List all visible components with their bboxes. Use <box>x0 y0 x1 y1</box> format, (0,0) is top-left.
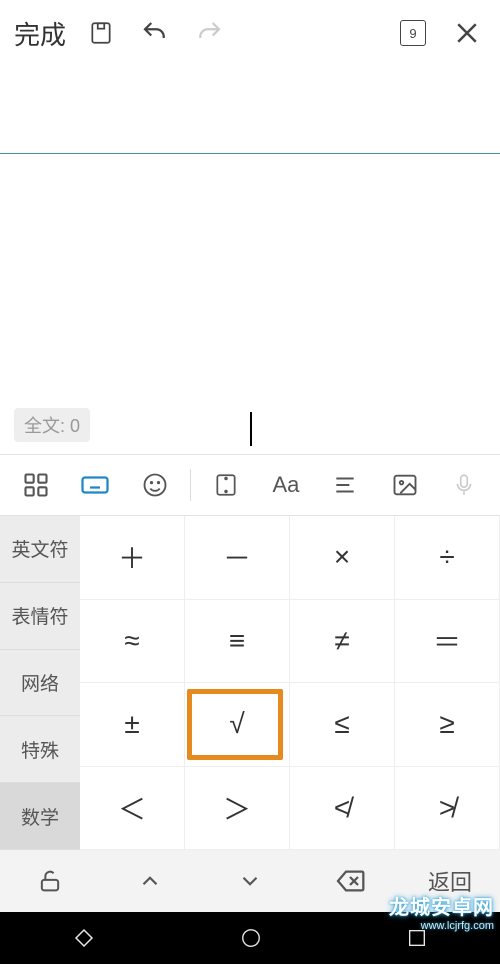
symbol-key[interactable]: ≥ <box>395 683 500 767</box>
category-math[interactable]: 数学 <box>0 783 80 850</box>
nav-back-icon[interactable] <box>72 926 96 950</box>
category-network[interactable]: 网络 <box>0 650 80 717</box>
lock-icon[interactable] <box>0 867 100 895</box>
category-emoji[interactable]: 表情符 <box>0 583 80 650</box>
redo-icon <box>184 8 234 58</box>
symbol-key[interactable]: ≯ <box>395 767 500 851</box>
align-icon[interactable] <box>321 461 369 509</box>
chevron-up-icon[interactable] <box>100 868 200 894</box>
word-count-badge: 全文: 0 <box>14 408 90 442</box>
nav-home-icon[interactable] <box>240 927 262 949</box>
image-icon[interactable] <box>381 461 429 509</box>
divider <box>190 469 191 501</box>
backspace-icon[interactable] <box>300 865 400 897</box>
emoji-icon[interactable] <box>131 461 179 509</box>
symbol-key[interactable]: ＝ <box>395 600 500 684</box>
symbol-key[interactable]: × <box>290 516 395 600</box>
symbol-key[interactable]: ≠ <box>290 600 395 684</box>
category-english[interactable]: 英文符 <box>0 516 80 583</box>
close-icon[interactable] <box>442 8 492 58</box>
symbol-key[interactable]: ≤ <box>290 683 395 767</box>
watermark-title: 龙城安卓网 <box>389 891 494 920</box>
symbol-key[interactable]: ≮ <box>290 767 395 851</box>
done-button[interactable]: 完成 <box>8 15 72 52</box>
symbol-grid: ＋ － × ÷ ≈ ≡ ≠ ＝ ± √ ≤ ≥ ＜ ＞ ≮ ≯ <box>80 516 500 850</box>
symbol-key[interactable]: ＞ <box>185 767 290 851</box>
save-icon[interactable] <box>76 8 126 58</box>
keyboard-icon[interactable] <box>71 461 119 509</box>
title-input[interactable] <box>0 66 500 154</box>
note-body[interactable]: 全文: 0 <box>0 154 500 454</box>
undo-icon[interactable] <box>130 8 180 58</box>
category-column: 英文符 表情符 网络 特殊 数学 <box>0 516 80 850</box>
mic-icon[interactable] <box>440 461 488 509</box>
symbol-key[interactable]: ÷ <box>395 516 500 600</box>
watermark-url: www.lcjrfg.com <box>389 920 494 932</box>
font-icon[interactable]: Aa <box>262 461 310 509</box>
symbol-key[interactable]: ≡ <box>185 600 290 684</box>
symbol-key[interactable]: ± <box>80 683 185 767</box>
symbol-key[interactable]: ＋ <box>80 516 185 600</box>
symbol-keyboard: 英文符 表情符 网络 特殊 数学 ＋ － × ÷ ≈ ≡ ≠ ＝ ± √ ≤ ≥… <box>0 516 500 850</box>
format-toolbar: Aa <box>0 454 500 516</box>
text-cursor <box>250 412 252 446</box>
symbol-key[interactable]: － <box>185 516 290 600</box>
symbol-key-sqrt[interactable]: √ <box>185 683 290 767</box>
apps-icon[interactable] <box>12 461 60 509</box>
fullscreen-icon[interactable] <box>202 461 250 509</box>
top-toolbar: 完成 9 <box>0 0 500 66</box>
category-special[interactable]: 特殊 <box>0 716 80 783</box>
chevron-down-icon[interactable] <box>200 868 300 894</box>
page-indicator[interactable]: 9 <box>388 8 438 58</box>
watermark: 龙城安卓网 www.lcjrfg.com <box>389 891 494 932</box>
symbol-key[interactable]: ＜ <box>80 767 185 851</box>
symbol-key[interactable]: ≈ <box>80 600 185 684</box>
